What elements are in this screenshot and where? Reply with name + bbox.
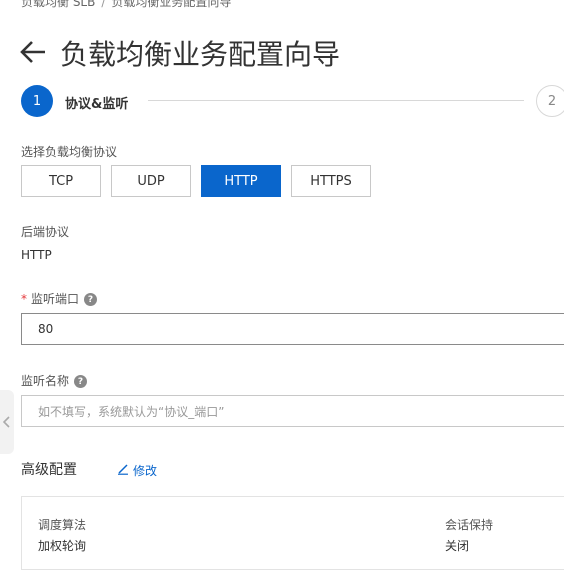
protocol-udp-button[interactable]: UDP <box>111 165 191 197</box>
step-1-label: 协议&监听 <box>65 97 129 112</box>
advanced-config-title: 高级配置 <box>21 462 77 478</box>
listen-name-label-text: 监听名称 <box>21 374 70 388</box>
backend-protocol-value: HTTP <box>21 248 52 262</box>
session-persistence-label: 会话保持 <box>445 518 494 532</box>
step-2-indicator: 2 <box>536 85 564 117</box>
page-title: 负载均衡业务配置向导 <box>60 38 341 71</box>
advanced-summary-panel <box>21 496 564 570</box>
breadcrumb-separator: / <box>101 0 106 9</box>
back-arrow-icon[interactable] <box>18 38 48 66</box>
chevron-left-icon <box>2 413 11 432</box>
sidebar-collapse-handle[interactable] <box>0 390 14 454</box>
help-icon[interactable]: ? <box>74 375 88 388</box>
breadcrumb-item-wizard[interactable]: 负载均衡业务配置向导 <box>111 0 231 9</box>
breadcrumb-item-slb[interactable]: 负载均衡 SLB <box>21 0 95 9</box>
step-1-indicator: 1 <box>21 85 53 117</box>
listen-port-label-text: 监听端口 <box>31 292 80 306</box>
breadcrumb: 负载均衡 SLB / 负载均衡业务配置向导 <box>21 0 231 10</box>
protocol-tcp-button[interactable]: TCP <box>21 165 101 197</box>
backend-protocol-label: 后端协议 <box>21 225 70 239</box>
protocol-https-button[interactable]: HTTPS <box>291 165 371 197</box>
schedule-algorithm-label: 调度算法 <box>38 518 87 532</box>
protocol-http-button[interactable]: HTTP <box>201 165 281 197</box>
edit-icon <box>117 463 129 478</box>
edit-label: 修改 <box>133 464 158 478</box>
protocol-label: 选择负载均衡协议 <box>21 145 118 159</box>
edit-advanced-link[interactable]: 修改 <box>117 462 157 479</box>
listen-name-input[interactable]: 如不填写，系统默认为“协议_端口” <box>21 395 564 427</box>
listen-port-input[interactable]: 80 <box>21 313 564 345</box>
required-mark: * <box>21 292 27 306</box>
help-icon[interactable]: ? <box>84 293 98 306</box>
step-connector <box>148 100 524 101</box>
listen-name-label: 监听名称? <box>21 372 88 389</box>
listen-port-label: * 监听端口? <box>21 290 98 307</box>
schedule-algorithm-value: 加权轮询 <box>38 539 87 553</box>
session-persistence-value: 关闭 <box>445 539 470 553</box>
